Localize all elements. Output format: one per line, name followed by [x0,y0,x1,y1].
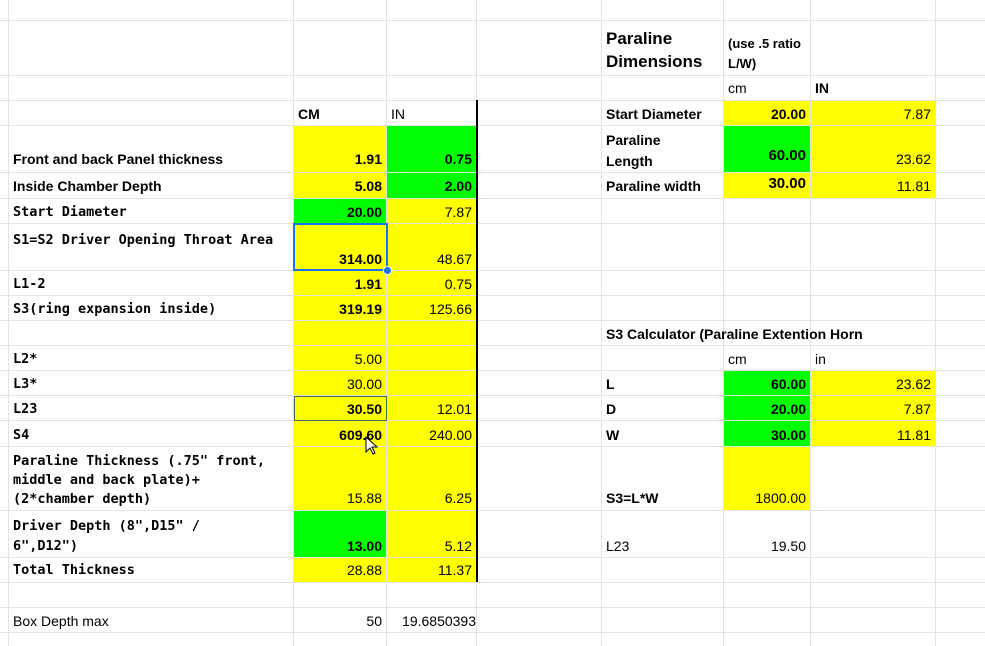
cell-in-start-diameter[interactable]: 7.87 [387,199,476,223]
unit-in[interactable]: IN [811,80,935,100]
calc-cm-w[interactable]: 30.00 [724,421,810,446]
header-cm[interactable]: CM [294,106,386,124]
cell-cm-l2[interactable]: 5.00 [294,346,386,370]
right-in-start-diameter[interactable]: 7.87 [811,101,935,125]
right-cm-paraline-width[interactable]: 30.00 [724,173,810,198]
l23-label[interactable]: L23 [602,511,723,557]
row-label-box-depth-max[interactable]: Box Depth max [9,608,293,632]
empty-cell[interactable] [294,321,386,345]
row-label-l2[interactable]: L2* [9,346,293,370]
cell-in-s4[interactable]: 240.00 [387,421,476,446]
s3-value[interactable]: 1800.00 [724,447,810,510]
gridline [0,20,985,21]
calc-label-d[interactable]: D [602,396,723,420]
l23-value[interactable]: 19.50 [724,511,810,557]
calc-label-w[interactable]: W [602,421,723,446]
cell-outline [294,396,387,421]
row-label-throat-area[interactable]: S1=S2 Driver Opening Throat Area [9,224,293,270]
paraline-dimensions-title[interactable]: Paraline Dimensions [602,27,723,75]
column-border [476,100,478,582]
cell-in-inside-chamber-depth[interactable]: 2.00 [387,173,476,198]
header-in[interactable]: IN [387,106,476,124]
row-label-l1-2[interactable]: L1-2 [9,271,293,295]
right-cm-paraline-length[interactable]: 60.00 [724,126,810,172]
calc-in-d[interactable]: 7.87 [811,396,935,420]
cell-in-driver-depth[interactable]: 5.12 [387,511,476,557]
calc-unit-in[interactable]: in [811,346,935,370]
cell-cm-driver-depth[interactable]: 13.00 [294,511,386,557]
gridline [935,0,936,646]
s3-label[interactable]: S3=L*W [602,447,723,510]
right-cm-start-diameter[interactable]: 20.00 [724,101,810,125]
row-label-paraline-thickness[interactable]: Paraline Thickness (.75" front, middle a… [9,447,271,510]
cell-in-throat-area[interactable]: 48.67 [387,224,476,270]
row-label-total-thickness[interactable]: Total Thickness [9,558,293,582]
cell-cm-box-depth-max[interactable]: 50 [294,608,386,632]
cell-in-total-thickness[interactable]: 11.37 [387,558,476,582]
row-label-l3[interactable]: L3* [9,371,293,395]
cell-cm-s3-ring[interactable]: 319.19 [294,296,386,320]
row-label-front-back-panel[interactable]: Front and back Panel thickness [9,126,293,172]
cell-in-front-back-panel[interactable]: 0.75 [387,126,476,172]
mouse-cursor-icon [365,436,379,455]
right-label-paraline-length[interactable]: Paraline Length [602,126,702,172]
cell-cm-l3[interactable]: 30.00 [294,371,386,395]
calc-cm-l[interactable]: 60.00 [724,371,810,395]
cell-in-s3-ring[interactable]: 125.66 [387,296,476,320]
ratio-note[interactable]: (use .5 ratio L/W) [724,34,810,75]
spreadsheet-grid[interactable]: CM IN Front and back Panel thickness 1.9… [0,0,985,646]
right-in-paraline-width[interactable]: 11.81 [811,173,935,198]
cell-in-l1-2[interactable]: 0.75 [387,271,476,295]
cell-selection [293,223,388,271]
gridline [0,582,985,583]
gridline [0,75,985,76]
calc-label-l[interactable]: L [602,371,723,395]
row-label-start-diameter[interactable]: Start Diameter [9,199,293,223]
fill-handle[interactable] [383,266,392,275]
cell-cm-total-thickness[interactable]: 28.88 [294,558,386,582]
calc-in-w[interactable]: 11.81 [811,421,935,446]
cell-cm-paraline-thickness[interactable]: 15.88 [294,447,386,510]
calc-unit-cm[interactable]: cm [724,346,810,370]
cell-cm-l1-2[interactable]: 1.91 [294,271,386,295]
row-label-s3-ring[interactable]: S3(ring expansion inside) [9,296,293,320]
right-label-paraline-width[interactable]: Paraline width [602,173,723,198]
row-label-s4[interactable]: S4 [9,421,293,446]
cell-cm-front-back-panel[interactable]: 1.91 [294,126,386,172]
cell-in-l3[interactable] [387,371,476,395]
cell-in-box-depth-max[interactable]: 19.6850393 [387,608,476,632]
cell-cm-start-diameter[interactable]: 20.00 [294,199,386,223]
row-label-l23[interactable]: L23 [9,396,293,420]
row-label-inside-chamber-depth[interactable]: Inside Chamber Depth [9,173,293,198]
row-label-driver-depth[interactable]: Driver Depth (8",D15" / 6",D12") [9,511,271,557]
cell-in-l2[interactable] [387,346,476,370]
calc-cm-d[interactable]: 20.00 [724,396,810,420]
cell-cm-inside-chamber-depth[interactable]: 5.08 [294,173,386,198]
gridline [0,632,985,633]
cell-in-paraline-thickness[interactable]: 6.25 [387,447,476,510]
empty-cell[interactable] [387,321,476,345]
right-label-start-diameter[interactable]: Start Diameter [602,101,723,125]
unit-cm[interactable]: cm [724,80,810,100]
calc-in-l[interactable]: 23.62 [811,371,935,395]
s3-calculator-title[interactable]: S3 Calculator (Paraline Extention Horn [602,321,935,345]
cell-in-l23[interactable]: 12.01 [387,396,476,420]
right-in-paraline-length[interactable]: 23.62 [811,126,935,172]
